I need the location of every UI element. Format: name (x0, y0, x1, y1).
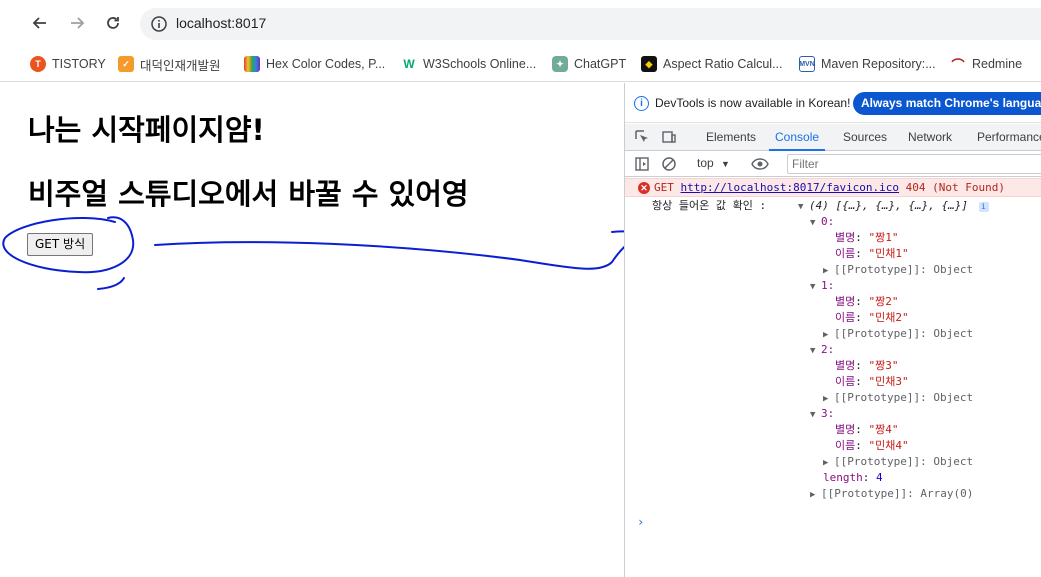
bookmark-hex-color[interactable]: Hex Color Codes, P... (244, 53, 385, 75)
chevron-down-icon: ▼ (721, 159, 730, 169)
item-2-name: 이름: "민채3" (835, 375, 909, 388)
bookmark-maven[interactable]: MVN Maven Repository:... (799, 53, 936, 75)
console-filter-input[interactable] (787, 154, 1041, 174)
site-info-icon[interactable] (150, 15, 168, 33)
expand-triangle-icon: ▼ (810, 218, 816, 228)
bookmark-chatgpt[interactable]: ✦ ChatGPT (552, 53, 626, 75)
item-3-prototype[interactable]: ▶ [[Prototype]]: Object (823, 454, 973, 471)
back-button[interactable] (28, 11, 52, 35)
array-prototype[interactable]: ▶ [[Prototype]]: Array(0) (810, 486, 973, 503)
bookmark-ddit[interactable]: ✓ 대덕인재개발원 (118, 53, 221, 75)
item-3-name: 이름: "민채4" (835, 439, 909, 452)
info-icon: i (634, 96, 649, 111)
bookmark-tistory[interactable]: T TISTORY (30, 53, 106, 75)
address-bar[interactable]: localhost:8017 (140, 8, 1041, 40)
info-badge-icon: i (978, 202, 989, 212)
expand-triangle-icon: ▶ (823, 394, 829, 404)
console-prompt-icon[interactable]: › (637, 515, 644, 529)
item-0-prototype[interactable]: ▶ [[Prototype]]: Object (823, 262, 973, 279)
bookmark-redmine[interactable]: ⌒ Redmine (950, 53, 1022, 75)
ddit-icon: ✓ (118, 56, 134, 72)
device-toolbar-icon[interactable] (661, 129, 677, 145)
error-url-link[interactable]: http://localhost:8017/favicon.ico (681, 181, 900, 194)
item-0-name: 이름: "민채1" (835, 247, 909, 260)
item-1-prototype[interactable]: ▶ [[Prototype]]: Object (823, 326, 973, 343)
devtools-panel: i DevTools is now available in Korean! A… (624, 83, 1041, 577)
eye-icon[interactable] (751, 156, 769, 172)
item-1-name: 이름: "민채2" (835, 311, 909, 324)
sidebar-toggle-icon[interactable] (634, 156, 650, 172)
page-content: 나는 시작페이지얌! 비주얼 스튜디오에서 바꿀 수 있어영 GET 방식 (0, 83, 624, 577)
console-log-row: 항상 들어온 값 확인 : (652, 199, 767, 212)
infobar-message: DevTools is now available in Korean! (655, 96, 851, 110)
arrow-right-icon (71, 17, 85, 29)
devtools-language-infobar: i DevTools is now available in Korean! A… (625, 83, 1041, 123)
array-length: length: 4 (823, 471, 883, 484)
array-item-3[interactable]: ▼ 3: (810, 406, 834, 423)
array-item-0[interactable]: ▼ 0: (810, 214, 834, 231)
expand-triangle-icon: ▶ (823, 330, 829, 340)
expand-triangle-icon: ▼ (810, 282, 816, 292)
w3schools-icon: W (403, 57, 415, 71)
array-summary[interactable]: ▼ (4) [{…}, {…}, {…}, {…}] i (798, 198, 989, 215)
array-item-2[interactable]: ▼ 2: (810, 342, 834, 359)
context-selector[interactable]: top ▼ (697, 156, 730, 170)
expand-triangle-icon: ▶ (823, 266, 829, 276)
bookmark-w3schools[interactable]: W W3Schools Online... (401, 53, 536, 75)
tistory-icon: T (30, 56, 46, 72)
forward-button[interactable] (65, 11, 89, 35)
item-2-nick: 별명: "짱3" (835, 359, 899, 372)
error-icon: ✕ (638, 182, 650, 194)
item-3-nick: 별명: "짱4" (835, 423, 899, 436)
expand-triangle-icon: ▶ (810, 490, 816, 500)
redmine-icon: ⌒ (951, 57, 965, 73)
url-text[interactable]: localhost:8017 (176, 15, 266, 31)
browser-toolbar: localhost:8017 (0, 0, 1041, 46)
array-item-1[interactable]: ▼ 1: (810, 278, 834, 295)
page-heading-1: 나는 시작페이지얌! (28, 113, 265, 147)
always-match-language-button[interactable]: Always match Chrome's language (853, 92, 1041, 115)
hex-color-icon (244, 56, 260, 72)
item-1-nick: 별명: "짱2" (835, 295, 899, 308)
item-0-nick: 별명: "짱1" (835, 231, 899, 244)
get-method-button[interactable]: GET 방식 (27, 233, 94, 256)
expand-triangle-icon: ▼ (810, 410, 816, 420)
bookmarks-bar: T TISTORY ✓ 대덕인재개발원 Hex Color Codes, P..… (0, 46, 1041, 82)
console-error-row: ✕ GET http://localhost:8017/favicon.ico … (625, 178, 1041, 197)
item-2-prototype[interactable]: ▶ [[Prototype]]: Object (823, 390, 973, 407)
chatgpt-icon: ✦ (552, 56, 568, 72)
tab-network[interactable]: Network (908, 124, 952, 151)
tab-console[interactable]: Console (769, 124, 826, 151)
tab-elements[interactable]: Elements (706, 124, 756, 151)
tab-sources[interactable]: Sources (843, 124, 887, 151)
expand-triangle-icon: ▶ (823, 458, 829, 468)
maven-icon: MVN (799, 56, 815, 72)
expand-triangle-icon: ▼ (810, 346, 816, 356)
page-heading-2: 비주얼 스튜디오에서 바꿀 수 있어영 (28, 177, 469, 211)
inspect-element-icon[interactable] (634, 129, 650, 145)
bookmark-aspect-ratio[interactable]: ◆ Aspect Ratio Calcul... (641, 53, 783, 75)
clear-console-icon[interactable] (661, 156, 677, 172)
console-output: ✕ GET http://localhost:8017/favicon.ico … (625, 178, 1041, 577)
console-filterbar: top ▼ (625, 151, 1041, 177)
expand-triangle-icon: ▼ (798, 202, 804, 212)
reload-icon (107, 17, 119, 29)
aspect-ratio-icon: ◆ (641, 56, 657, 72)
tab-performance[interactable]: Performance (977, 124, 1041, 151)
reload-button[interactable] (101, 11, 125, 35)
arrow-left-icon (32, 17, 46, 29)
devtools-tabbar: Elements Console Sources Network Perform… (625, 124, 1041, 151)
